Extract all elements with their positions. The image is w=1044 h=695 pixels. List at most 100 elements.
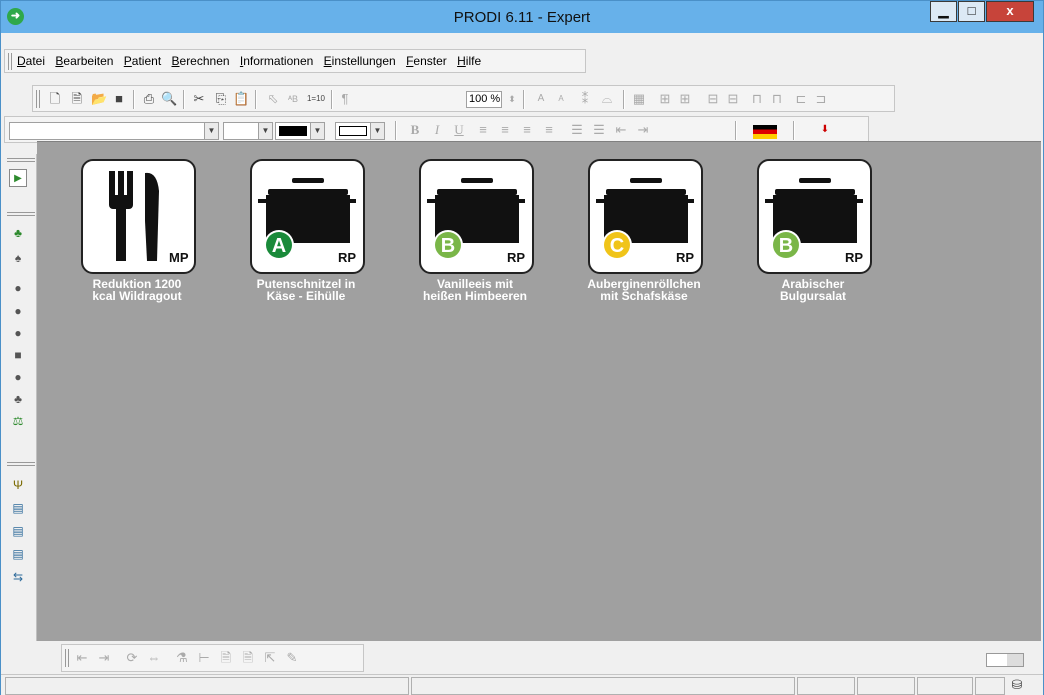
row-delete-icon[interactable]: ⊟ — [725, 91, 741, 107]
recipe-calendar-icon[interactable]: ▤ — [9, 545, 27, 563]
debinet-download-icon[interactable]: ⬇ — [813, 122, 837, 138]
column-insert-icon[interactable]: ⊓ — [749, 91, 765, 107]
font-size-select[interactable]: ▼ — [223, 122, 273, 140]
compare-icon[interactable]: ⇔ — [146, 650, 162, 666]
pointer-icon[interactable]: ⬁ — [265, 91, 281, 107]
pot-icon[interactable]: B RP — [419, 159, 534, 274]
pot-small-icon[interactable]: ⌓ — [599, 91, 615, 107]
open-folder-icon[interactable]: 📂 — [91, 91, 107, 107]
recipe-card-4[interactable]: C RP Auberginenröllchen mit Schafskäse — [544, 159, 703, 314]
cut-icon[interactable]: ✂ — [191, 91, 207, 107]
pot-icon[interactable]: C RP — [588, 159, 703, 274]
recipe-card-3[interactable]: B RP Vanilleeis mit heißen Himbeeren — [375, 159, 534, 314]
toolbar-grip[interactable] — [36, 90, 40, 108]
recipe-card-2[interactable]: A RP Putenschnitzel in Käse - Eihülle — [206, 159, 365, 314]
zoom-field[interactable]: 100 % — [466, 91, 502, 108]
food-icon-6[interactable]: ♣ — [9, 390, 27, 408]
refresh-icon[interactable]: ⟳ — [124, 650, 140, 666]
paragraph-icon[interactable]: ¶ — [337, 91, 353, 107]
table-grid-icon[interactable]: ⊞ — [657, 91, 673, 107]
table-icon[interactable]: ▦ — [631, 91, 647, 107]
view-toggle[interactable] — [986, 653, 1024, 667]
document-list-icon[interactable]: 🗎 — [240, 650, 256, 666]
save-icon[interactable]: ■ — [111, 91, 127, 107]
menu-informationen[interactable]: Informationen — [240, 54, 313, 68]
title-bar[interactable]: ➜ PRODI 6.11 - Expert ▁ □ x — [1, 1, 1043, 33]
menu-bearbeiten[interactable]: Bearbeiten — [55, 54, 113, 68]
food-group-icon[interactable]: ♠ — [9, 249, 27, 267]
recipe-label[interactable]: Arabischer Bulgursalat — [713, 278, 913, 302]
maximize-button[interactable]: □ — [958, 1, 985, 22]
font-name-select[interactable]: ▼ — [9, 122, 219, 140]
tree-icon[interactable]: ⊢ — [196, 650, 212, 666]
toolbar-grip[interactable] — [65, 649, 69, 667]
copy-icon[interactable]: ⎘ — [213, 91, 229, 107]
italic-icon[interactable]: I — [429, 122, 445, 138]
left-toolbar-grip[interactable] — [7, 212, 35, 216]
menu-datei[interactable]: Datei — [17, 54, 45, 68]
table-insert-icon[interactable]: ⊞ — [677, 91, 693, 107]
menu-fenster[interactable]: Fenster — [406, 54, 447, 68]
column-delete-icon[interactable]: ⊓ — [769, 91, 785, 107]
flask-icon[interactable]: ⚗ — [174, 650, 190, 666]
numbered-list-icon[interactable]: ☰ — [591, 122, 607, 138]
underline-icon[interactable]: U — [451, 122, 467, 138]
print-icon[interactable]: ⎙ — [141, 91, 157, 107]
zoom-spinner-icon[interactable]: ⬍ — [504, 91, 520, 107]
minimize-button[interactable]: ▁ — [930, 1, 957, 22]
new-document-icon[interactable]: 🗋 — [47, 91, 63, 107]
outdent-icon[interactable]: ⇤ — [74, 650, 90, 666]
menu-einstellungen[interactable]: Einstellungen — [324, 54, 396, 68]
close-button[interactable]: x — [986, 1, 1034, 22]
background-color-select[interactable]: ▼ — [335, 122, 385, 140]
recipe-card-5[interactable]: B RP Arabischer Bulgursalat — [713, 159, 872, 314]
recipe-card-1[interactable]: MP Reduktion 1200 kcal Wildragout — [37, 159, 196, 314]
symbol-icon[interactable]: ⁑ — [577, 91, 593, 107]
number-format-icon[interactable]: 1=10 — [305, 91, 327, 107]
food-icon-1[interactable]: ● — [9, 279, 27, 297]
recipe-rp-icon[interactable]: ▤ — [9, 499, 27, 517]
new-from-template-icon[interactable]: 🗎 — [69, 91, 85, 107]
align-left-icon[interactable]: ≡ — [475, 122, 491, 138]
play-icon[interactable]: ▶ — [9, 169, 27, 187]
edit-icon[interactable]: ✎ — [284, 650, 300, 666]
indent-increase-icon[interactable]: ⇥ — [635, 122, 651, 138]
food-icon-5[interactable]: ● — [9, 368, 27, 386]
scale-icon[interactable]: ⚖ — [9, 412, 27, 430]
row-insert-icon[interactable]: ⊟ — [705, 91, 721, 107]
food-icon-3[interactable]: ● — [9, 324, 27, 342]
print-preview-icon[interactable]: 🔍 — [161, 91, 177, 107]
meal-icon[interactable]: Ψ — [9, 476, 27, 494]
menu-hilfe[interactable]: Hilfe — [457, 54, 481, 68]
cutlery-icon[interactable]: MP — [81, 159, 196, 274]
paste-icon[interactable]: 📋 — [233, 91, 249, 107]
indent-decrease-icon[interactable]: ⇤ — [613, 122, 629, 138]
align-right-icon[interactable]: ≡ — [541, 122, 557, 138]
left-toolbar-grip[interactable] — [7, 158, 35, 162]
bullet-list-icon[interactable]: ☰ — [569, 122, 585, 138]
align-center-icon[interactable]: ≡ — [497, 122, 513, 138]
food-add-icon[interactable]: ♣ — [9, 224, 27, 242]
german-flag-icon[interactable] — [753, 125, 777, 139]
left-toolbar-grip[interactable] — [7, 462, 35, 466]
food-icon-4[interactable]: ■ — [9, 346, 27, 364]
merge-cells-icon[interactable]: ⊏ — [793, 91, 809, 107]
font-color-select[interactable]: ▼ — [275, 122, 325, 140]
exchange-icon[interactable]: ⇆ — [9, 568, 27, 586]
menu-patient[interactable]: Patient — [124, 54, 161, 68]
menu-berechnen[interactable]: Berechnen — [172, 54, 230, 68]
bold-icon[interactable]: B — [407, 122, 423, 138]
align-justify-icon[interactable]: ≡ — [519, 122, 535, 138]
menu-grip[interactable] — [8, 53, 12, 70]
indent-icon[interactable]: ⇥ — [96, 650, 112, 666]
pot-icon[interactable]: A RP — [250, 159, 365, 274]
export-icon[interactable]: ⇱ — [262, 650, 278, 666]
split-cells-icon[interactable]: ⊐ — [813, 91, 829, 107]
font-larger-icon[interactable]: A — [533, 91, 549, 107]
pot-icon[interactable]: B RP — [757, 159, 872, 274]
document-icon[interactable]: 🗎 — [218, 650, 234, 666]
font-smaller-icon[interactable]: A — [553, 91, 569, 107]
font-size-icon[interactable]: ᴬB — [285, 91, 301, 107]
recipe-icon[interactable]: ▤ — [9, 522, 27, 540]
food-icon-2[interactable]: ● — [9, 302, 27, 320]
